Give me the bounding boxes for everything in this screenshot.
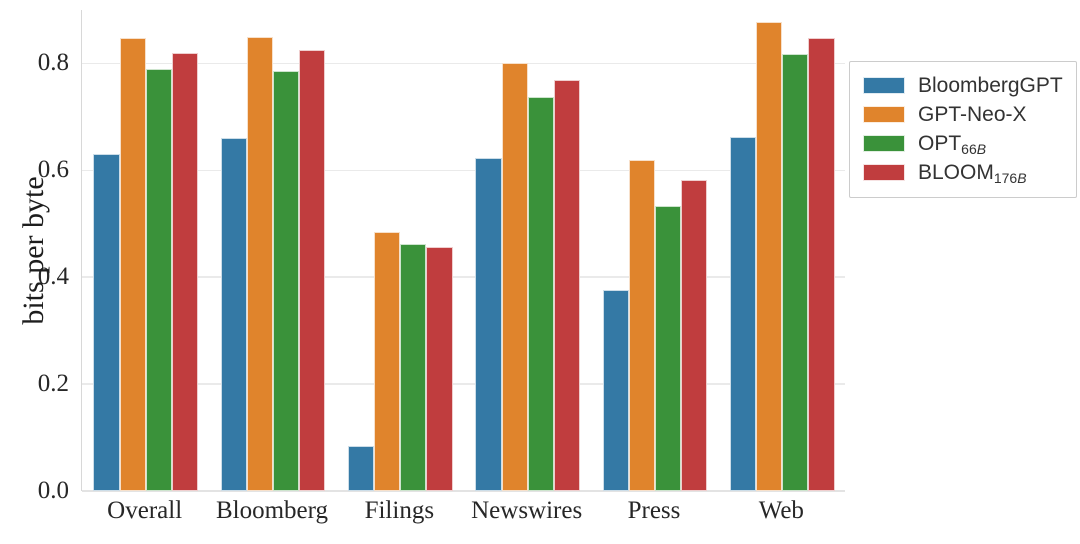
legend-item: GPT-Neo-X xyxy=(863,100,1063,129)
bar xyxy=(756,22,783,491)
bar-group xyxy=(93,10,198,491)
bar xyxy=(808,37,835,491)
chart-figure: 0.0 0.2 0.4 0.6 0.8 bits per byte Overall Blo… xyxy=(0,0,1080,544)
x-tick-label: Newswires xyxy=(471,497,583,524)
bar xyxy=(246,37,273,491)
bar xyxy=(782,54,809,491)
bar-group xyxy=(602,10,708,491)
bar xyxy=(501,63,528,491)
legend-color-swatch xyxy=(863,77,905,94)
x-tick-label: Overall xyxy=(107,497,183,524)
bar xyxy=(400,243,427,491)
x-tick-label: Web xyxy=(758,497,804,524)
y-axis-title: bits per byte xyxy=(17,176,50,325)
bar xyxy=(527,97,554,491)
bar xyxy=(681,179,708,491)
bar xyxy=(220,138,247,491)
legend-color-swatch xyxy=(863,106,905,123)
bar xyxy=(171,52,198,491)
legend-item: BloombergGPT xyxy=(863,71,1063,100)
legend-item-label: BLOOM176B xyxy=(918,161,1027,186)
bar xyxy=(374,231,401,491)
legend-color-swatch xyxy=(863,164,905,181)
bar xyxy=(145,69,172,491)
bar xyxy=(654,206,682,491)
bar xyxy=(475,158,502,491)
bar xyxy=(119,37,146,491)
legend-item: OPT66B xyxy=(863,129,1063,158)
plot-area xyxy=(81,10,845,492)
legend-item: BLOOM176B xyxy=(863,158,1063,187)
legend-color-swatch xyxy=(863,135,905,152)
bar xyxy=(272,70,300,491)
x-tick-label: Press xyxy=(627,497,681,524)
bars-layer xyxy=(82,10,845,491)
x-tick-label: Filings xyxy=(364,497,435,524)
x-axis-tick-labels: Overall Bloomberg Filings Newswires Press Web xyxy=(81,495,845,540)
bar-group xyxy=(475,10,580,491)
bar xyxy=(299,50,326,491)
bar-group xyxy=(348,10,453,491)
legend-item-label: GPT-Neo-X xyxy=(918,103,1027,126)
bar xyxy=(426,246,453,491)
legend-item-label: OPT66B xyxy=(918,132,987,157)
bar xyxy=(348,445,375,491)
legend-item-label: BloombergGPT xyxy=(918,74,1063,97)
bar xyxy=(602,289,629,491)
bar xyxy=(628,159,655,491)
chart-legend: BloombergGPT GPT-Neo-X OPT66B BLOOM176B xyxy=(849,61,1077,198)
bar-group xyxy=(220,10,326,491)
bar-group xyxy=(730,10,835,491)
x-tick-label: Bloomberg xyxy=(215,497,329,524)
bar xyxy=(553,80,580,491)
bar xyxy=(93,153,120,491)
bar xyxy=(730,136,757,491)
